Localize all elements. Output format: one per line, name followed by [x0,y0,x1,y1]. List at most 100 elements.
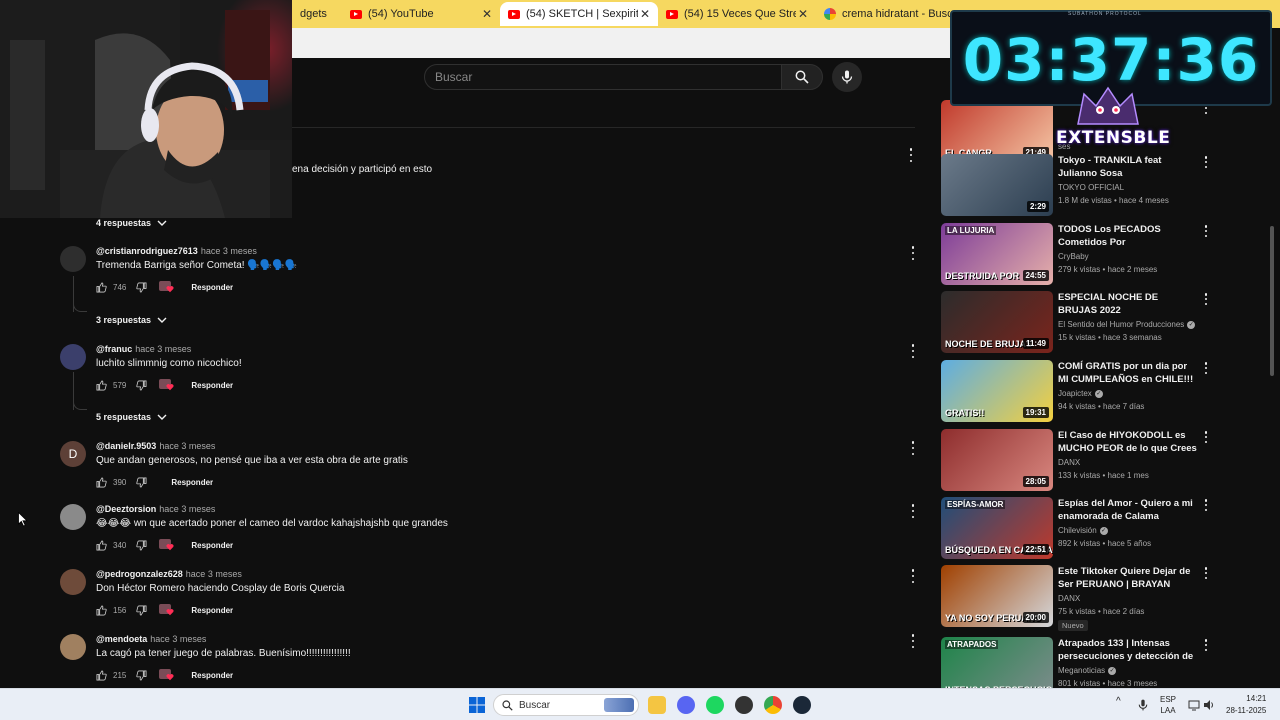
more-options-icon[interactable] [1203,639,1209,651]
more-options-icon[interactable] [1203,499,1209,511]
video-thumbnail[interactable]: EL CANGR 21:49 [941,100,1053,162]
tab-youtube-home[interactable]: (54) YouTube ✕ [342,2,500,26]
video-channel[interactable]: Joapictex ✓ [1058,389,1103,398]
more-options-icon[interactable] [1203,156,1209,168]
avatar[interactable] [60,569,86,595]
video-title[interactable]: Atrapados 133 | Intensas persecuciones y… [1058,637,1198,664]
thumbs-up-icon[interactable] [96,540,107,551]
replies-toggle[interactable]: 3 respuestas [96,315,167,325]
related-video-item[interactable]: YA NO SOY PERUANO 20:00 Este Tiktoker Quie… [941,565,1211,631]
close-tab-icon[interactable]: ✕ [796,7,810,21]
chevron-up-icon[interactable]: ^ [1116,696,1121,707]
video-channel[interactable]: CryBaby [1058,252,1089,261]
search-button[interactable] [781,64,823,90]
network-icon[interactable] [1188,699,1200,711]
related-video-item[interactable]: 28:05 El Caso de HIYOKODOLL es MUCHO PEOR… [941,429,1211,493]
video-channel[interactable]: Chilevisión ✓ [1058,526,1108,535]
sidebar-scrollbar[interactable] [1270,226,1274,376]
close-tab-icon[interactable]: ✕ [480,7,494,21]
thumbs-down-icon[interactable] [136,540,147,551]
more-options-icon[interactable] [1203,293,1209,305]
chrome-icon[interactable] [764,696,782,714]
more-options-icon[interactable] [910,504,916,518]
comment-time[interactable]: hace 3 meses [201,246,257,256]
windows-start-icon[interactable] [469,697,485,713]
volume-icon[interactable] [1203,699,1215,711]
video-channel[interactable]: TOKYO OFFICIAL [1058,183,1124,192]
reply-button[interactable]: Responder [191,671,233,680]
video-title[interactable]: El Caso de HIYOKODOLL es MUCHO PEOR de l… [1058,429,1198,455]
comment-author[interactable]: @danielr.9503 [96,441,156,451]
thumbs-up-icon[interactable] [96,282,107,293]
comment-author[interactable]: @Deeztorsion [96,504,156,514]
steam-icon[interactable] [793,696,811,714]
video-channel[interactable]: DANX [1058,594,1080,603]
thumbs-down-icon[interactable] [136,670,147,681]
close-tab-icon[interactable]: ✕ [638,7,652,21]
video-thumbnail[interactable]: ESPÍAS-AMOR BÚSQUEDA EN CALAMA 22:51 [941,497,1053,559]
video-channel[interactable]: DANX [1058,458,1080,467]
more-options-icon[interactable] [1203,567,1209,579]
related-video-item[interactable]: GRATIS!! 19:31 COMÍ GRATIS por un dia por … [941,360,1211,424]
taskbar-search-box[interactable]: Buscar [493,694,639,716]
more-options-icon[interactable] [1203,431,1209,443]
reply-button[interactable]: Responder [171,478,213,487]
tab-15-veces[interactable]: (54) 15 Veces Que Streamers Se ✕ [658,2,816,26]
video-thumbnail[interactable]: LA LUJURIA DESTRUIDA POR 24:55 [941,223,1053,285]
comment-time[interactable]: hace 3 meses [159,441,215,451]
more-options-icon[interactable] [910,344,916,358]
comment-time[interactable]: hace 3 meses [150,634,206,644]
replies-toggle[interactable]: 5 respuestas [96,412,167,422]
comment-author[interactable]: @mendoeta [96,634,147,644]
comment-author[interactable]: @franuc [96,344,132,354]
comment-time[interactable]: hace 3 meses [135,344,191,354]
video-thumbnail[interactable]: NOCHE DE BRUJAS 11:49 [941,291,1053,353]
comment-time[interactable]: hace 3 meses [186,569,242,579]
video-thumbnail[interactable]: 28:05 [941,429,1053,491]
thumbs-down-icon[interactable] [136,477,147,488]
search-input[interactable]: Buscar [424,64,782,90]
reply-button[interactable]: Responder [191,381,233,390]
voice-search-button[interactable] [832,62,862,92]
more-options-icon[interactable] [910,441,916,455]
reply-button[interactable]: Responder [191,606,233,615]
more-options-icon[interactable] [1203,362,1209,374]
comment-author[interactable]: @cristianrodriguez7613 [96,246,198,256]
comment-time[interactable]: hace 3 meses [159,504,215,514]
related-video-item[interactable]: 2:29 Tokyo - TRANKILA feat Julianno Sosa T… [941,154,1211,218]
related-video-item[interactable]: NOCHE DE BRUJAS 11:49 ESPECIAL NOCHE DE BR… [941,291,1211,355]
more-options-icon[interactable] [908,148,914,162]
thumbs-down-icon[interactable] [136,282,147,293]
thumbs-up-icon[interactable] [96,477,107,488]
thumbs-up-icon[interactable] [96,605,107,616]
avatar[interactable] [60,246,86,272]
discord-icon[interactable] [677,696,695,714]
avatar[interactable] [60,634,86,660]
spotify-icon[interactable] [706,696,724,714]
avatar[interactable] [60,344,86,370]
avatar[interactable]: D [60,441,86,467]
thumbs-down-icon[interactable] [136,605,147,616]
more-options-icon[interactable] [1203,225,1209,237]
video-title[interactable]: Este Tiktoker Quiere Dejar de Ser PERUAN… [1058,565,1198,592]
video-title[interactable]: TODOS Los PECADOS Cometidos Por ARIGAMEP… [1058,223,1198,250]
video-title[interactable]: Tokyo - TRANKILA feat Julianno Sosa [1058,154,1198,180]
file-explorer-icon[interactable] [648,696,666,714]
more-options-icon[interactable] [910,569,916,583]
video-thumbnail[interactable]: GRATIS!! 19:31 [941,360,1053,422]
thumbs-down-icon[interactable] [136,380,147,391]
comment-author[interactable]: @pedrogonzalez628 [96,569,183,579]
video-thumbnail[interactable]: YA NO SOY PERUANO 20:00 [941,565,1053,627]
replies-toggle[interactable]: 4 respuestas [96,218,167,228]
reply-button[interactable]: Responder [191,541,233,550]
more-options-icon[interactable] [910,634,916,648]
avatar[interactable] [60,504,86,530]
related-video-item[interactable]: ESPÍAS-AMOR BÚSQUEDA EN CALAMA 22:51 Espías… [941,497,1211,561]
system-clock[interactable]: 14:21 28-11-2025 [1226,693,1266,717]
thumbs-up-icon[interactable] [96,380,107,391]
video-title[interactable]: Espías del Amor - Quiero a mi enamorada … [1058,497,1198,523]
video-title[interactable]: ESPECIAL NOCHE DE BRUJAS 2022 [1058,291,1198,317]
tab-google-search[interactable]: crema hidratant - Buscar con G [816,2,950,26]
video-channel[interactable]: Meganoticias ✓ [1058,666,1117,675]
more-options-icon[interactable] [910,246,916,260]
